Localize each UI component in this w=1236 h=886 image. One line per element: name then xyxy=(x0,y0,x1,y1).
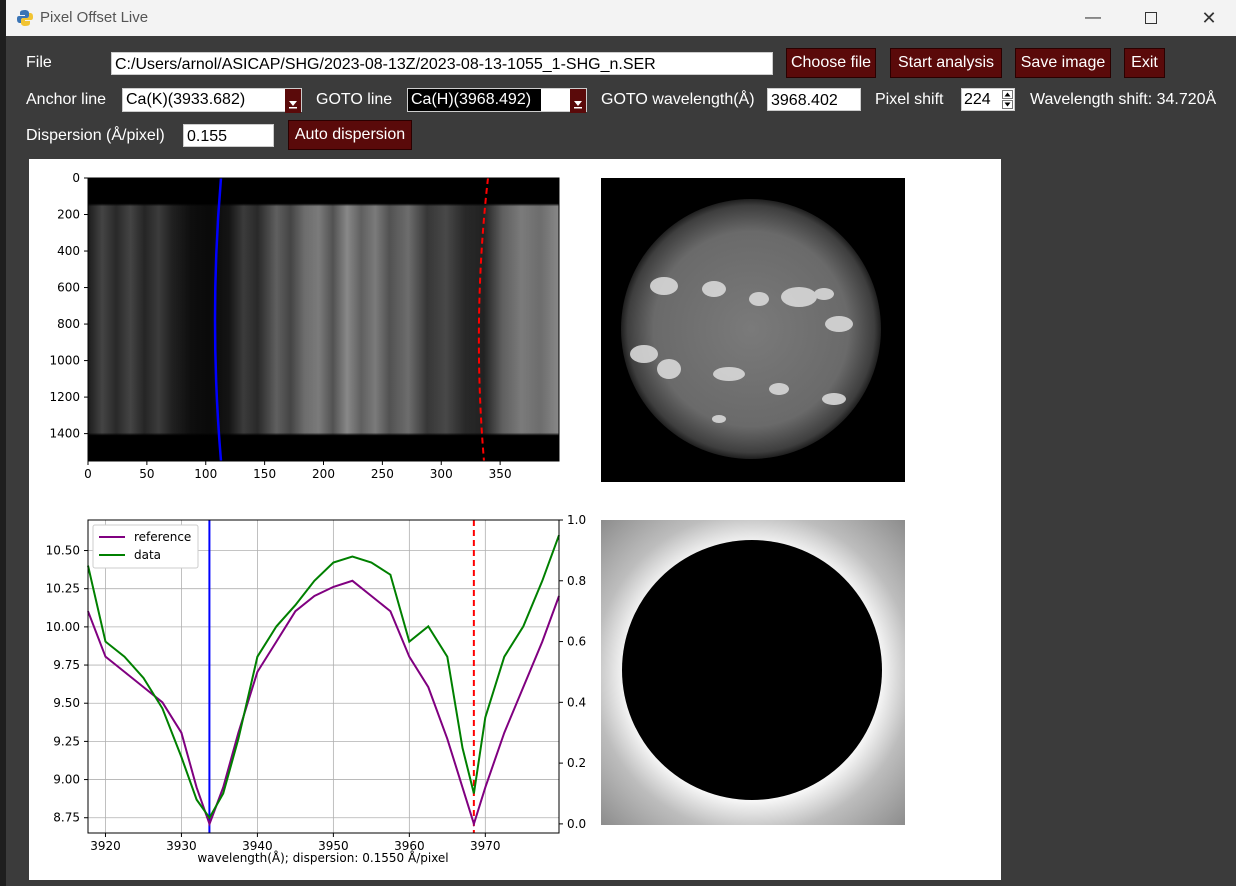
x-axis-label: wavelength(Å); dispersion: 0.1550 Å/pixe… xyxy=(197,850,448,865)
corona-image xyxy=(601,520,905,825)
goto-line-value: Ca(H)(3968.492) xyxy=(408,89,541,111)
y-right-tick-label: 0.8 xyxy=(567,574,586,588)
figure-canvas: 0 50 100 150 200 250 300 350 0 200 400 600 800 1000 1… xyxy=(29,159,1001,880)
x-ticks: 3920 3930 3940 3950 3960 3970 xyxy=(90,833,501,853)
anchor-line-label: Anchor line xyxy=(26,91,107,108)
pixel-shift-label: Pixel shift xyxy=(875,91,944,108)
dispersion-label: Dispersion (Å/pixel) xyxy=(26,127,165,144)
close-icon: ✕ xyxy=(1201,7,1217,28)
legend: reference data xyxy=(92,524,199,569)
y-tick-label: 1400 xyxy=(49,427,80,441)
y-ticks-left: 8.75 9.00 9.25 9.50 9.75 10.00 10.25 10.50 xyxy=(46,544,88,825)
exit-button[interactable]: Exit xyxy=(1124,48,1165,78)
minimize-icon: — xyxy=(1085,9,1101,26)
spectrum-image-shading xyxy=(88,178,559,461)
occulting-disk xyxy=(622,540,882,800)
spectrum-y-ticks: 0 200 400 600 800 1000 1200 1400 xyxy=(49,171,88,441)
goto-line-label: GOTO line xyxy=(316,91,393,108)
y-tick-label: 10.50 xyxy=(46,544,80,558)
file-label: File xyxy=(26,54,52,71)
spectrum-x-ticks: 0 50 100 150 200 250 300 350 xyxy=(84,461,512,481)
y-tick-label: 10.00 xyxy=(46,620,80,634)
chevron-down-icon[interactable] xyxy=(285,89,301,113)
anchor-line-select[interactable]: Ca(K)(3933.682) xyxy=(122,88,302,113)
y-right-tick-label: 0.6 xyxy=(567,635,586,649)
x-tick-label: 50 xyxy=(139,467,154,481)
y-tick-label: 0 xyxy=(72,171,80,185)
y-tick-label: 1000 xyxy=(49,354,80,368)
y-tick-label: 9.75 xyxy=(53,658,80,672)
maximize-icon xyxy=(1145,12,1157,24)
maximize-button[interactable] xyxy=(1122,0,1180,36)
sun-image xyxy=(601,178,905,482)
x-tick-label: 3920 xyxy=(90,839,121,853)
x-tick-label: 3930 xyxy=(166,839,197,853)
y-right-tick-label: 0.4 xyxy=(567,695,586,709)
file-path-input[interactable]: C:/Users/arnol/ASICAP/SHG/2023-08-13Z/20… xyxy=(111,52,773,75)
x-tick-label: 350 xyxy=(489,467,512,481)
y-tick-label: 8.75 xyxy=(53,811,80,825)
goto-wavelength-input[interactable]: 3968.402 xyxy=(767,88,861,111)
x-tick-label: 150 xyxy=(253,467,276,481)
python-icon xyxy=(17,10,33,26)
auto-dispersion-button[interactable]: Auto dispersion xyxy=(288,120,412,150)
profile-chart: 3920 3930 3940 3950 3960 3970 8.759.009.259.5… xyxy=(46,513,586,865)
x-tick-label: 3970 xyxy=(470,839,501,853)
legend-data-label: data xyxy=(134,548,161,562)
save-image-button[interactable]: Save image xyxy=(1015,48,1111,78)
y-tick-label: 10.25 xyxy=(46,582,80,596)
x-tick-label: 0 xyxy=(84,467,92,481)
chevron-down-icon[interactable] xyxy=(570,89,586,113)
goto-wavelength-label: GOTO wavelength(Å) xyxy=(601,91,755,108)
spectrum-image-axes: 0 50 100 150 200 250 300 350 0 200 400 600 800 1000 1… xyxy=(49,171,560,481)
y-right-tick-label: 0.2 xyxy=(567,756,586,770)
close-button[interactable]: ✕ xyxy=(1180,0,1236,36)
x-tick-label: 300 xyxy=(430,467,453,481)
y-right-tick-label: 1.0 xyxy=(567,513,586,527)
spin-up-icon[interactable] xyxy=(1002,90,1013,99)
minimize-button[interactable]: — xyxy=(1064,0,1122,36)
pixel-shift-value: 224 xyxy=(964,91,991,108)
y-right-tick-label: 0.0 xyxy=(567,817,586,831)
y-tick-label: 1200 xyxy=(49,390,80,404)
goto-line-select[interactable]: Ca(H)(3968.492) xyxy=(407,88,587,113)
y-ticks-right: 0.0 0.2 0.4 0.6 0.8 1.0 xyxy=(559,513,586,831)
app-window: Pixel Offset Live — ✕ File C:/Users/arno… xyxy=(6,0,1236,886)
spin-down-icon[interactable] xyxy=(1002,100,1013,109)
y-tick-label: 800 xyxy=(57,317,80,331)
title-bar: Pixel Offset Live — ✕ xyxy=(6,0,1236,36)
y-tick-label: 200 xyxy=(57,208,80,222)
wavelength-shift-readout: Wavelength shift: 34.720Å xyxy=(1030,91,1217,108)
y-tick-label: 600 xyxy=(57,281,80,295)
x-tick-label: 250 xyxy=(371,467,394,481)
anchor-line-value: Ca(K)(3933.682) xyxy=(126,91,246,108)
y-tick-label: 9.00 xyxy=(53,773,80,787)
x-tick-label: 200 xyxy=(312,467,335,481)
y-tick-label: 9.50 xyxy=(53,696,80,710)
start-analysis-button[interactable]: Start analysis xyxy=(890,48,1002,78)
y-tick-label: 400 xyxy=(57,244,80,258)
legend-reference-label: reference xyxy=(134,530,191,544)
figure-svg: 0 50 100 150 200 250 300 350 0 200 400 600 800 1000 1… xyxy=(46,171,905,865)
choose-file-button[interactable]: Choose file xyxy=(786,48,876,78)
pixel-shift-spinbox[interactable]: 224 xyxy=(961,88,1015,111)
window-title: Pixel Offset Live xyxy=(40,9,149,26)
y-tick-label: 9.25 xyxy=(53,734,80,748)
dispersion-input[interactable]: 0.155 xyxy=(183,124,274,147)
x-tick-label: 100 xyxy=(194,467,217,481)
